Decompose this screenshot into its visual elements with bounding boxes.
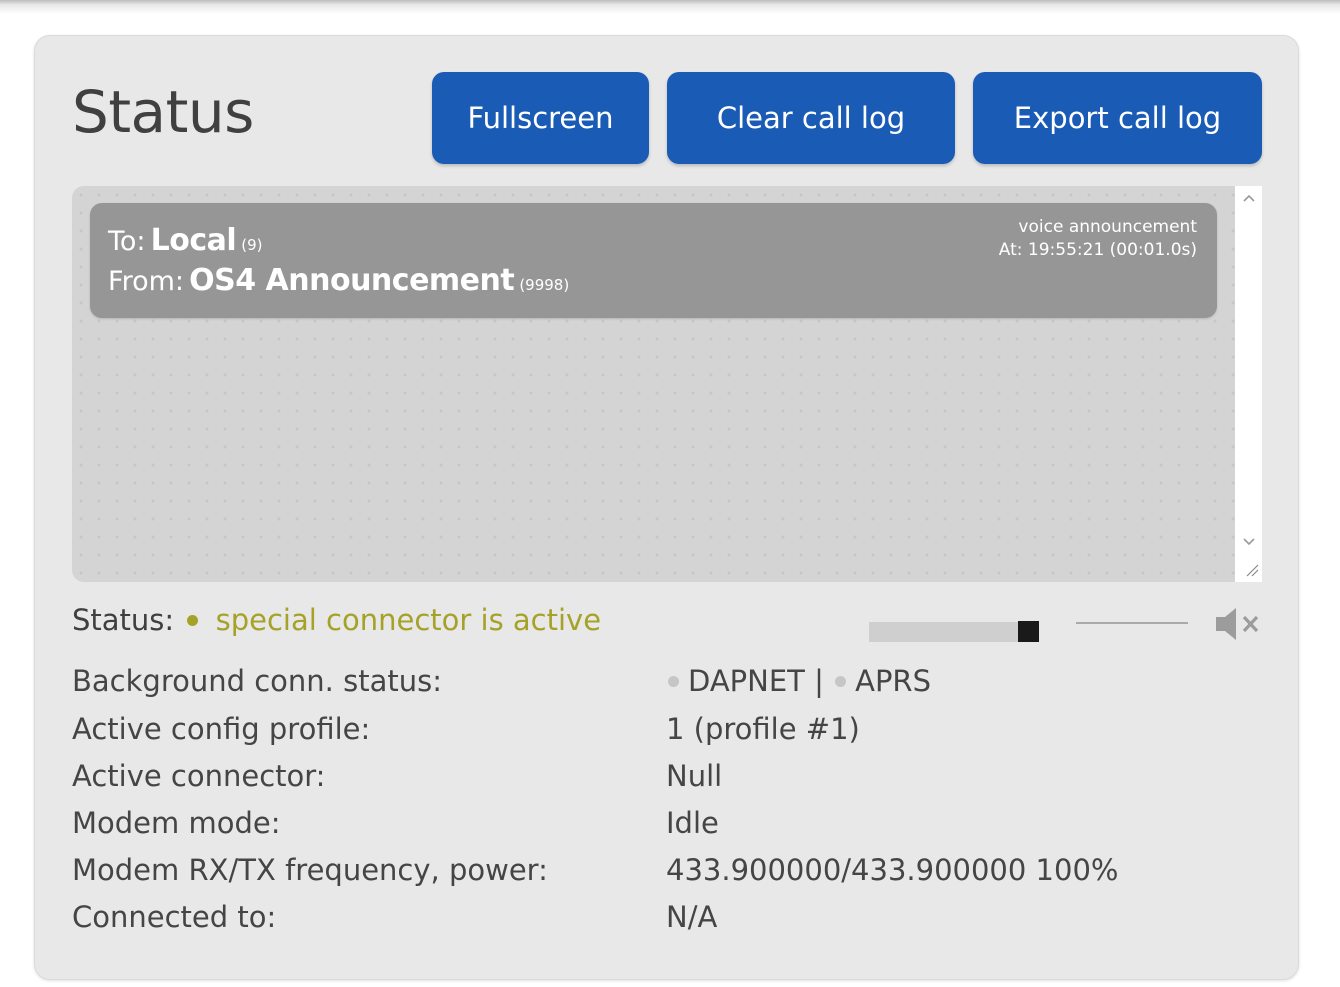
- modem-mode-label: Modem mode:: [72, 806, 281, 840]
- to-name: Local: [150, 223, 237, 258]
- resize-grip-icon[interactable]: [1245, 562, 1259, 577]
- from-name: OS4 Announcement: [189, 263, 515, 298]
- call-time: At: 19:55:21 (00:01.0s): [998, 240, 1197, 260]
- call-type: voice announcement: [1018, 217, 1197, 237]
- dapnet-label: DAPNET: [688, 664, 805, 698]
- to-id: (9): [241, 236, 263, 254]
- background-conn-label: Background conn. status:: [72, 664, 442, 698]
- aprs-label: APRS: [855, 664, 931, 698]
- config-profile-value: 1 (profile #1): [666, 712, 860, 746]
- status-line: Status: special connector is active: [72, 603, 601, 637]
- volume-slider[interactable]: [869, 622, 1039, 642]
- status-label: Status:: [72, 603, 175, 637]
- call-from-row: From: OS4 Announcement (9998): [108, 263, 569, 298]
- page-title: Status: [72, 78, 254, 146]
- to-label: To:: [108, 226, 146, 257]
- connected-to-value: N/A: [666, 900, 718, 934]
- connected-to-label: Connected to:: [72, 900, 277, 934]
- volume-line: [1076, 622, 1188, 624]
- background-conn-value: DAPNET | APRS: [666, 664, 931, 698]
- status-indicator-icon: [187, 614, 199, 626]
- export-call-log-button[interactable]: Export call log: [973, 72, 1262, 164]
- fullscreen-button[interactable]: Fullscreen: [432, 72, 649, 164]
- call-meta: voice announcement At: 19:55:21 (00:01.0…: [999, 216, 1197, 262]
- active-connector-value: Null: [666, 759, 723, 793]
- active-connector-label: Active connector:: [72, 759, 326, 793]
- modem-frequency-label: Modem RX/TX frequency, power:: [72, 853, 548, 887]
- aprs-indicator-icon: [835, 675, 847, 687]
- from-label: From:: [108, 266, 184, 297]
- clear-call-log-button[interactable]: Clear call log: [667, 72, 955, 164]
- chevron-down-icon[interactable]: [1235, 530, 1262, 554]
- dapnet-indicator-icon: [668, 675, 679, 687]
- chevron-up-icon[interactable]: [1235, 186, 1262, 210]
- separator: |: [814, 664, 824, 698]
- config-profile-label: Active config profile:: [72, 712, 371, 746]
- call-to-row: To: Local (9): [108, 223, 263, 258]
- from-id: (9998): [519, 276, 570, 294]
- call-log-scrollbar[interactable]: [1235, 186, 1262, 582]
- modem-mode-value: Idle: [666, 806, 719, 840]
- modem-frequency-value: 433.900000/433.900000 100%: [666, 853, 1119, 887]
- speaker-muted-icon[interactable]: [1214, 605, 1264, 643]
- status-value: special connector is active: [215, 603, 602, 637]
- volume-slider-handle[interactable]: [1018, 621, 1039, 642]
- top-shadow-bar: [0, 0, 1340, 14]
- call-log-entry[interactable]: To: Local (9) From: OS4 Announcement (99…: [90, 203, 1217, 318]
